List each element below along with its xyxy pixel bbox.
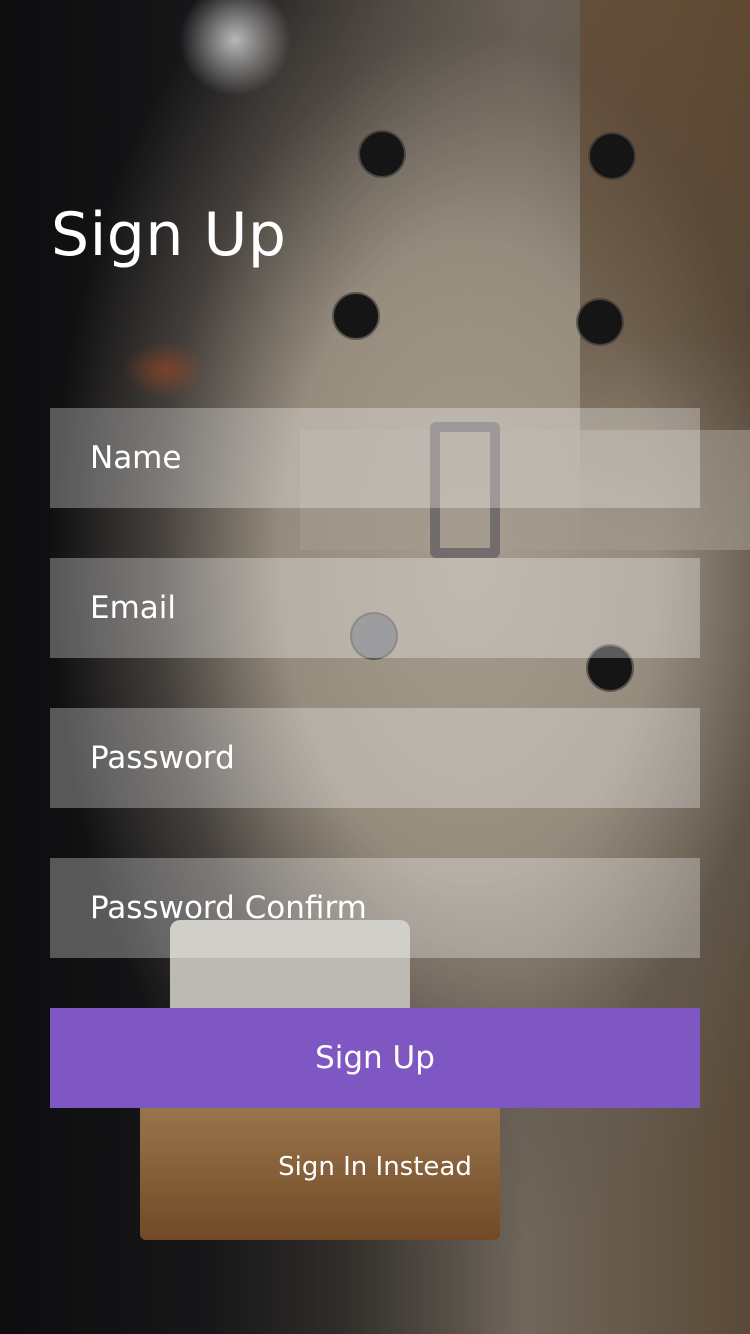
password-field [50,708,700,808]
password-confirm-field [50,858,700,958]
page-title: Sign Up [51,200,287,270]
email-field [50,558,700,658]
email-input[interactable] [50,558,700,658]
password-input[interactable] [50,708,700,808]
sign-up-button[interactable]: Sign Up [50,1008,700,1108]
sign-in-instead-link[interactable]: Sign In Instead [0,1152,750,1182]
password-confirm-input[interactable] [50,858,700,958]
name-input[interactable] [50,408,700,508]
name-field [50,408,700,508]
